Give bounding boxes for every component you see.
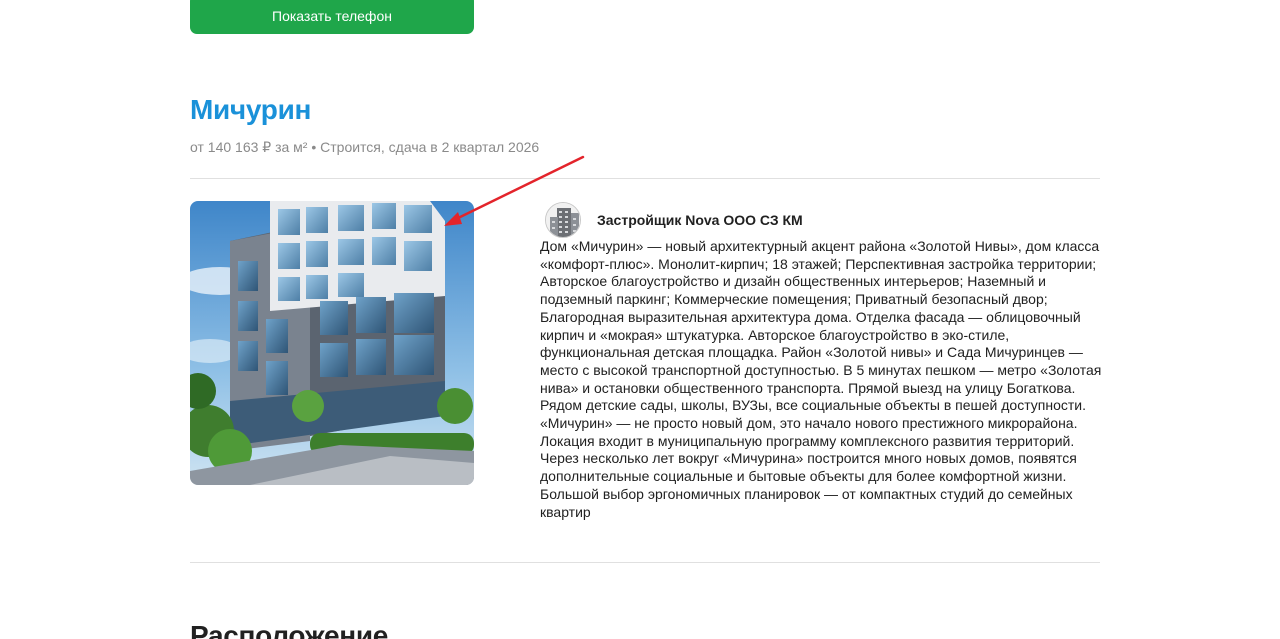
building-icon bbox=[545, 202, 581, 238]
developer-name[interactable]: Застройщик Nova ООО СЗ КМ bbox=[597, 212, 803, 228]
project-meta: от 140 163 ₽ за м² • Строится, сдача в 2… bbox=[190, 139, 540, 155]
project-description: Дом «Мичурин» — новый архитектурный акце… bbox=[540, 238, 1102, 520]
page: Показать телефон Мичурин от 140 163 ₽ за… bbox=[0, 0, 1280, 639]
divider bbox=[190, 178, 1100, 179]
show-phone-button[interactable]: Показать телефон bbox=[190, 0, 474, 34]
building-photo[interactable] bbox=[190, 201, 474, 485]
section-heading-location: Расположение bbox=[190, 620, 389, 639]
divider bbox=[190, 562, 1100, 563]
developer-row[interactable]: Застройщик Nova ООО СЗ КМ bbox=[545, 201, 803, 239]
project-title: Мичурин bbox=[190, 94, 312, 125]
